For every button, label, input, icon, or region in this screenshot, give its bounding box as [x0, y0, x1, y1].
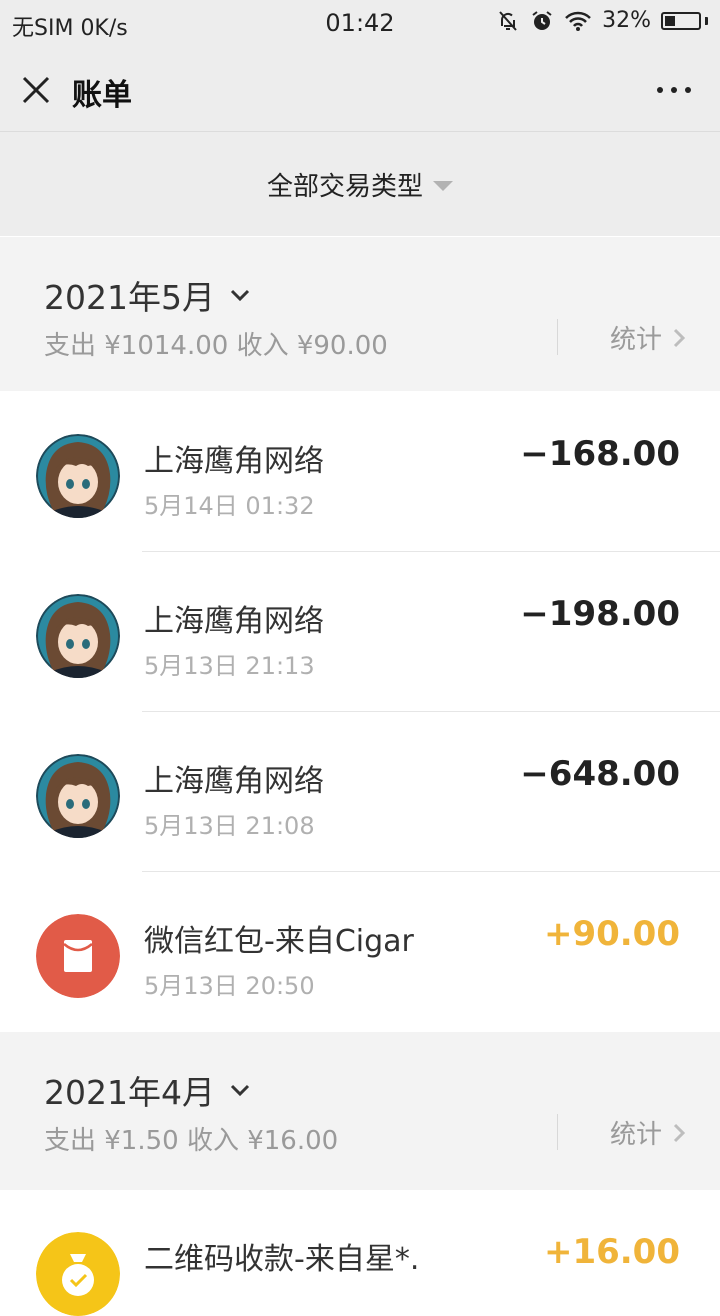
close-icon[interactable] [20, 74, 52, 106]
filter-label: 全部交易类型 [266, 171, 423, 202]
transaction-time: 5月13日 21:08 [144, 812, 315, 840]
month-title: 2021年4月 [44, 1073, 215, 1112]
statistics-link[interactable]: 统计 [610, 1114, 686, 1151]
transaction-row[interactable]: 上海鹰角网络 5月14日 01:32 −168.00 [0, 392, 720, 552]
nav-bar: 账单 [0, 48, 720, 132]
page-title: 账单 [72, 78, 132, 113]
transaction-amount: −168.00 [520, 434, 680, 474]
chevron-down-icon [230, 289, 250, 302]
alarm-icon [532, 10, 552, 30]
transaction-time: 5月13日 20:50 [144, 972, 315, 1000]
transaction-amount: +16.00 [543, 1232, 680, 1272]
chevron-right-icon [673, 328, 686, 347]
month-header-2021-05: 2021年5月 支出 ¥1014.00 收入 ¥90.00 统计 [0, 237, 720, 391]
avatar-anime-icon [36, 754, 120, 838]
transaction-amount: +90.00 [543, 914, 680, 954]
chevron-down-icon [230, 1084, 250, 1097]
statistics-link[interactable]: 统计 [610, 319, 686, 356]
statistics-label: 统计 [609, 325, 662, 355]
mute-bell-icon [499, 10, 517, 31]
transaction-row[interactable]: 上海鹰角网络 5月13日 21:08 −648.00 [0, 712, 720, 872]
merchant-name: 上海鹰角网络 [144, 444, 324, 479]
transaction-type-filter[interactable]: 全部交易类型 [0, 132, 720, 236]
status-right: 32% [496, 8, 708, 33]
merchant-name: 上海鹰角网络 [144, 604, 324, 639]
transaction-time: 5月13日 21:13 [144, 652, 315, 680]
month-selector[interactable]: 2021年4月 [44, 1066, 251, 1114]
transaction-row[interactable]: 微信红包-来自Cigar 5月13日 20:50 +90.00 [0, 872, 720, 1032]
merchant-name: 上海鹰角网络 [144, 764, 324, 799]
chevron-right-icon [673, 1123, 686, 1142]
month-header-2021-04: 2021年4月 支出 ¥1.50 收入 ¥16.00 统计 [0, 1032, 720, 1190]
avatar-anime-icon [36, 434, 120, 518]
month-title: 2021年5月 [44, 278, 215, 317]
transaction-row[interactable]: 二维码收款-来自星*. +16.00 [0, 1190, 720, 1316]
transaction-amount: −648.00 [520, 754, 680, 794]
month-summary: 支出 ¥1014.00 收入 ¥90.00 [44, 331, 388, 361]
more-icon[interactable] [654, 78, 694, 102]
month-selector[interactable]: 2021年5月 [44, 271, 251, 319]
avatar-anime-icon [36, 594, 120, 678]
battery-icon [661, 11, 708, 30]
money-bag-icon [36, 1232, 120, 1316]
red-packet-icon [36, 914, 120, 998]
battery-percent: 32% [602, 8, 651, 33]
statistics-label: 统计 [609, 1120, 662, 1150]
merchant-name: 二维码收款-来自星*. [144, 1242, 420, 1277]
caret-down-icon [433, 181, 453, 191]
merchant-name: 微信红包-来自Cigar [144, 924, 414, 959]
transaction-amount: −198.00 [520, 594, 680, 634]
wifi-icon [565, 11, 591, 31]
transaction-time: 5月14日 01:32 [144, 492, 315, 520]
divider [557, 1114, 558, 1150]
month-summary: 支出 ¥1.50 收入 ¥16.00 [44, 1126, 339, 1156]
divider [557, 319, 558, 355]
transaction-row[interactable]: 上海鹰角网络 5月13日 21:13 −198.00 [0, 552, 720, 712]
status-bar: 无SIM 0K/s 01:42 32% [0, 0, 720, 48]
